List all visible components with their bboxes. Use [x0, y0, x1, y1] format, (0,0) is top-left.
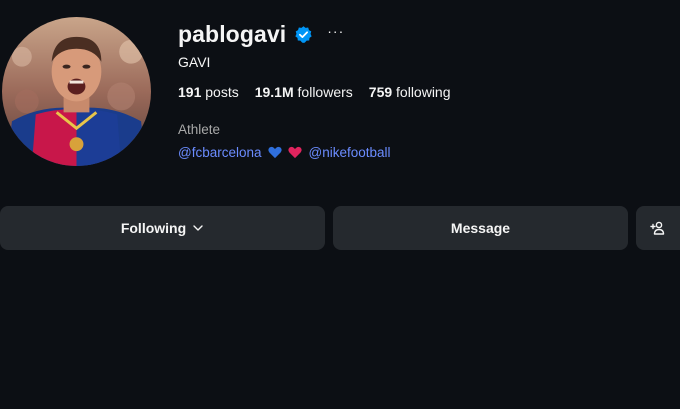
profile-page: pablogavi ··· GAVI 191 posts 19.1M follo…: [0, 0, 680, 409]
following-button-label: Following: [120, 220, 187, 236]
blue-heart-icon: [267, 146, 282, 159]
suggested-accounts-button[interactable]: [636, 206, 680, 250]
followers-label: followers: [297, 84, 353, 100]
following-count: 759: [368, 84, 393, 100]
followers-count: 19.1M: [254, 84, 294, 100]
profile-stats: 191 posts 19.1M followers 759 following: [178, 84, 467, 100]
message-button-label: Message: [450, 220, 511, 236]
full-name: GAVI: [178, 54, 211, 70]
chevron-down-icon: [192, 222, 204, 234]
profile-avatar[interactable]: [2, 17, 151, 166]
username-row: pablogavi ···: [178, 18, 467, 50]
mention-nikefootball[interactable]: @nikefootball: [309, 145, 391, 160]
username: pablogavi: [178, 20, 287, 47]
verified-badge-icon: [294, 25, 313, 44]
followers-stat[interactable]: 19.1M followers: [255, 84, 353, 100]
posts-label: posts: [205, 84, 239, 100]
profile-category: Athlete: [178, 122, 221, 137]
avatar-image: [2, 17, 151, 166]
posts-count: 191: [178, 84, 202, 100]
add-user-icon: [650, 220, 666, 236]
message-button[interactable]: Message: [333, 206, 628, 250]
following-stat[interactable]: 759 following: [369, 84, 451, 100]
posts-stat[interactable]: 191 posts: [178, 84, 239, 100]
mention-fcbarcelona[interactable]: @fcbarcelona: [178, 145, 262, 160]
profile-info: pablogavi ··· GAVI 191 posts 19.1M follo…: [178, 18, 467, 161]
following-label: following: [396, 84, 451, 100]
red-heart-icon: [287, 146, 302, 159]
bio-links: @fcbarcelona @nikefootball: [178, 145, 467, 160]
following-button[interactable]: Following: [0, 206, 325, 250]
more-options-icon[interactable]: ···: [327, 23, 344, 39]
